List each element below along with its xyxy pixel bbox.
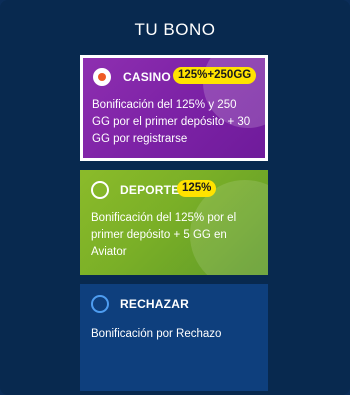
bonus-option-casino[interactable]: CASINO 125%+250GG Bonificación del 125% …: [80, 55, 268, 161]
radio-selected-icon[interactable]: [93, 68, 111, 86]
option-label: DEPORTE: [120, 183, 180, 197]
option-description: Bonificación del 125% y 250 GG por el pr…: [92, 99, 251, 145]
option-label: CASINO: [123, 70, 171, 84]
option-label: RECHAZAR: [120, 297, 189, 311]
bonus-badge: 125%+250GG: [173, 67, 257, 84]
option-description: Bonificación del 125% por el primer depó…: [91, 212, 237, 258]
bonus-badge: 125%: [177, 180, 217, 197]
radio-unselected-icon[interactable]: [91, 295, 109, 313]
radio-unselected-icon[interactable]: [91, 181, 109, 199]
option-description: Bonificación por Rechazo: [91, 328, 222, 340]
bonus-option-rechazar[interactable]: RECHAZAR Bonificación por Rechazo: [80, 284, 268, 391]
bonus-option-deporte[interactable]: DEPORTE 125% Bonificación del 125% por e…: [80, 170, 268, 275]
bonus-panel: TU BONO CASINO 125%+250GG Bonificación d…: [0, 0, 350, 395]
panel-title: TU BONO: [134, 20, 216, 39]
